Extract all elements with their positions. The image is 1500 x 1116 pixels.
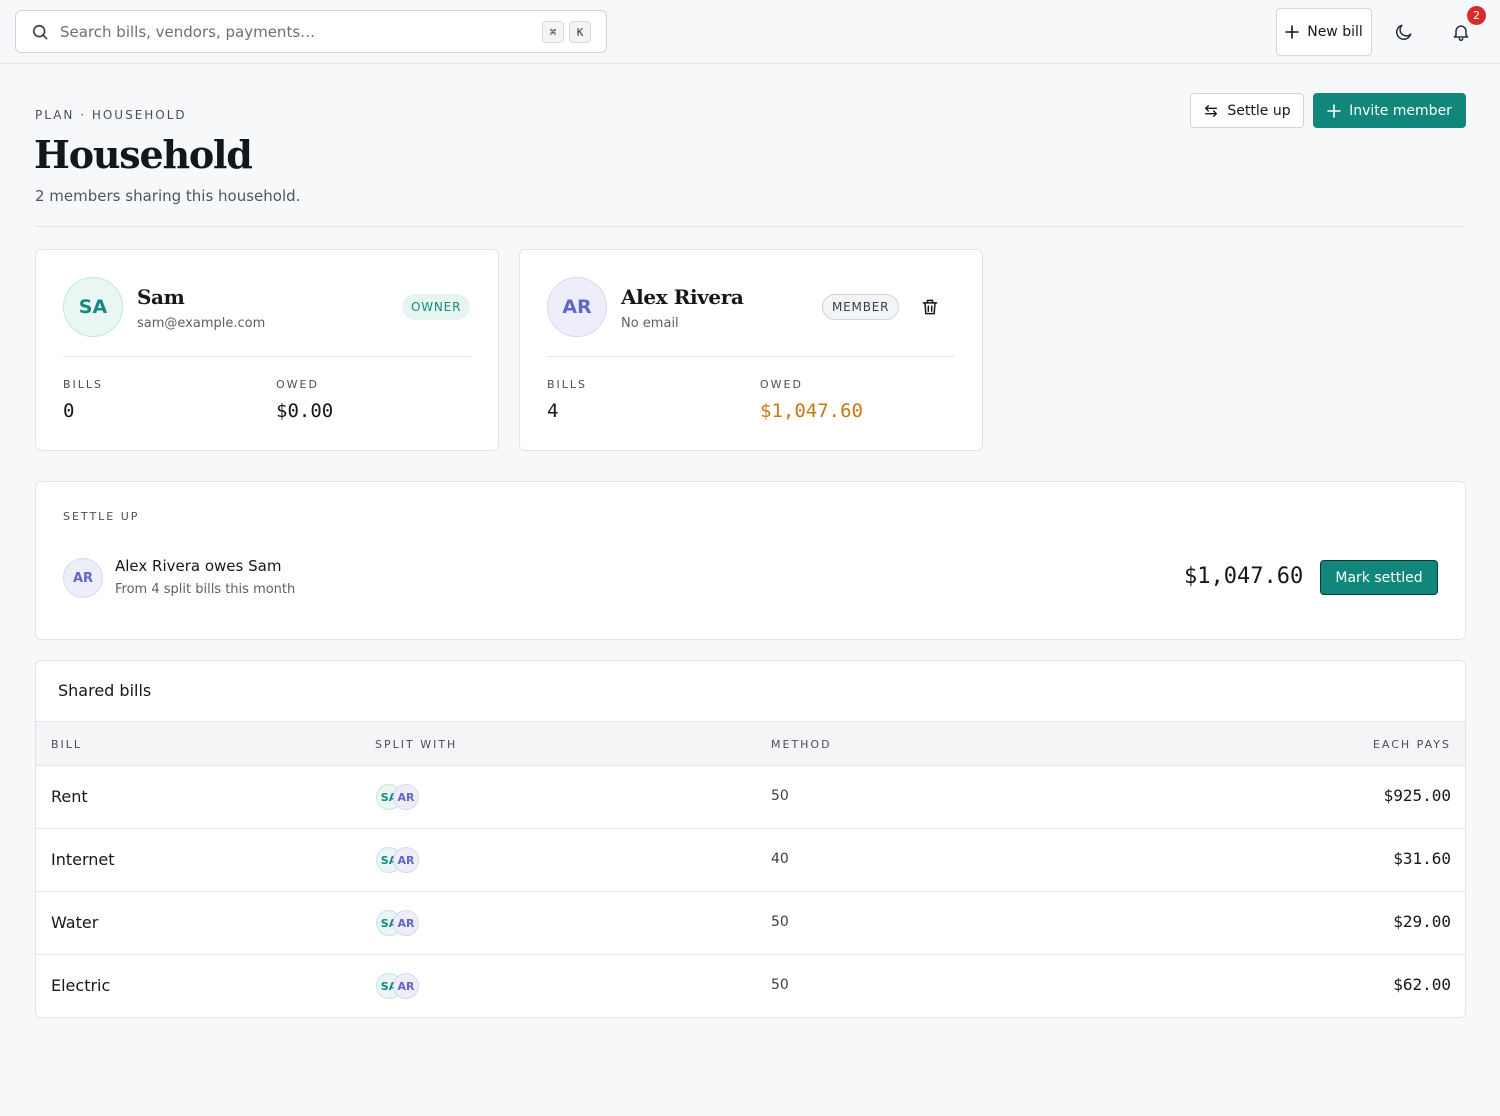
bills-label: BILLS	[547, 378, 588, 391]
swap-icon	[1205, 104, 1218, 117]
member-card-alex-rivera: AR Alex Rivera No email MEMBER BILLS 4 O…	[519, 249, 983, 451]
split-method: 50	[771, 977, 789, 993]
invite-member-button[interactable]: Invite member	[1313, 93, 1466, 128]
split-method: 40	[771, 851, 789, 867]
split-method: 50	[771, 914, 789, 930]
settle-up-panel: SETTLE UP AR Alex Rivera owes Sam From 4…	[35, 481, 1466, 640]
member-name: Alex Rivera	[621, 285, 744, 309]
moon-icon	[1396, 24, 1412, 40]
bills-label: BILLS	[63, 378, 104, 391]
shortcut-key-k: K	[569, 21, 591, 43]
column-header-each-pays: EACH PAYS	[1372, 738, 1451, 751]
breadcrumb: PLAN · HOUSEHOLD	[35, 108, 187, 122]
search-icon	[32, 24, 48, 40]
bill-name: Rent	[51, 787, 88, 806]
shared-bills-panel: Shared bills BILL SPLIT WITH METHOD EACH…	[35, 660, 1466, 1018]
new-bill-button[interactable]: New bill	[1276, 8, 1372, 56]
split-method: 50	[771, 788, 789, 804]
settle-amount: $1,047.60	[1184, 564, 1304, 589]
column-header-method: METHOD	[771, 738, 832, 751]
bills-count: 4	[547, 400, 559, 422]
owed-label: OWED	[276, 378, 319, 391]
each-pays: $29.00	[1393, 912, 1451, 931]
bill-name: Water	[51, 913, 99, 932]
shortcut-key-cmd: ⌘	[542, 21, 564, 43]
avatar: AR	[393, 847, 419, 873]
shared-bills-title: Shared bills	[58, 681, 152, 700]
invite-member-label: Invite member	[1349, 102, 1452, 119]
mark-settled-button[interactable]: Mark settled	[1320, 560, 1438, 595]
search-input[interactable]	[60, 22, 520, 41]
column-header-split-with: SPLIT WITH	[375, 738, 458, 751]
notification-badge: 2	[1467, 6, 1486, 25]
owes-summary: Alex Rivera owes Sam	[115, 557, 282, 575]
page-subtitle: 2 members sharing this household.	[35, 187, 301, 205]
page-title: Household	[34, 132, 253, 177]
role-badge: OWNER	[402, 294, 471, 320]
owed-amount: $0.00	[276, 400, 334, 422]
table-row[interactable]: Rent SA AR 50 $925.00	[36, 766, 1465, 829]
theme-toggle-button[interactable]	[1386, 14, 1422, 50]
role-badge: MEMBER	[822, 294, 900, 320]
header-divider	[35, 226, 1466, 227]
member-email: No email	[621, 316, 679, 331]
owed-amount: $1,047.60	[760, 400, 863, 422]
each-pays: $31.60	[1393, 849, 1451, 868]
member-name: Sam	[137, 285, 185, 309]
table-row[interactable]: Electric SA AR 50 $62.00	[36, 955, 1465, 1017]
plus-icon	[1327, 103, 1341, 118]
plus-icon	[1285, 25, 1300, 39]
settle-up-title: SETTLE UP	[63, 510, 140, 523]
avatar: AR	[393, 784, 419, 810]
owes-detail: From 4 split bills this month	[115, 582, 296, 597]
search-box[interactable]: ⌘ K	[15, 10, 607, 53]
new-bill-label: New bill	[1307, 24, 1363, 40]
member-card-sam: SA Sam sam@example.com OWNER BILLS 0 OWE…	[35, 249, 499, 451]
table-row[interactable]: Water SA AR 50 $29.00	[36, 892, 1465, 955]
card-divider	[63, 356, 471, 357]
avatar: AR	[393, 973, 419, 999]
card-divider	[547, 356, 955, 357]
each-pays: $62.00	[1393, 975, 1451, 994]
owed-label: OWED	[760, 378, 803, 391]
member-email: sam@example.com	[137, 316, 266, 331]
settle-up-button[interactable]: Settle up	[1190, 93, 1304, 128]
table-row[interactable]: Internet SA AR 40 $31.60	[36, 829, 1465, 892]
bill-name: Internet	[51, 850, 115, 869]
avatar: AR	[393, 910, 419, 936]
table-header: BILL SPLIT WITH METHOD EACH PAYS	[36, 721, 1465, 766]
avatar: SA	[63, 277, 123, 337]
settle-up-label: Settle up	[1227, 102, 1291, 119]
top-bar: ⌘ K New bill 2	[0, 0, 1500, 64]
trash-icon[interactable]	[920, 297, 940, 317]
bell-icon	[1453, 25, 1469, 42]
bills-count: 0	[63, 400, 75, 422]
each-pays: $925.00	[1383, 786, 1451, 805]
column-header-bill: BILL	[51, 738, 83, 751]
bill-name: Electric	[51, 976, 111, 995]
avatar: AR	[547, 277, 607, 337]
avatar: AR	[63, 558, 103, 598]
